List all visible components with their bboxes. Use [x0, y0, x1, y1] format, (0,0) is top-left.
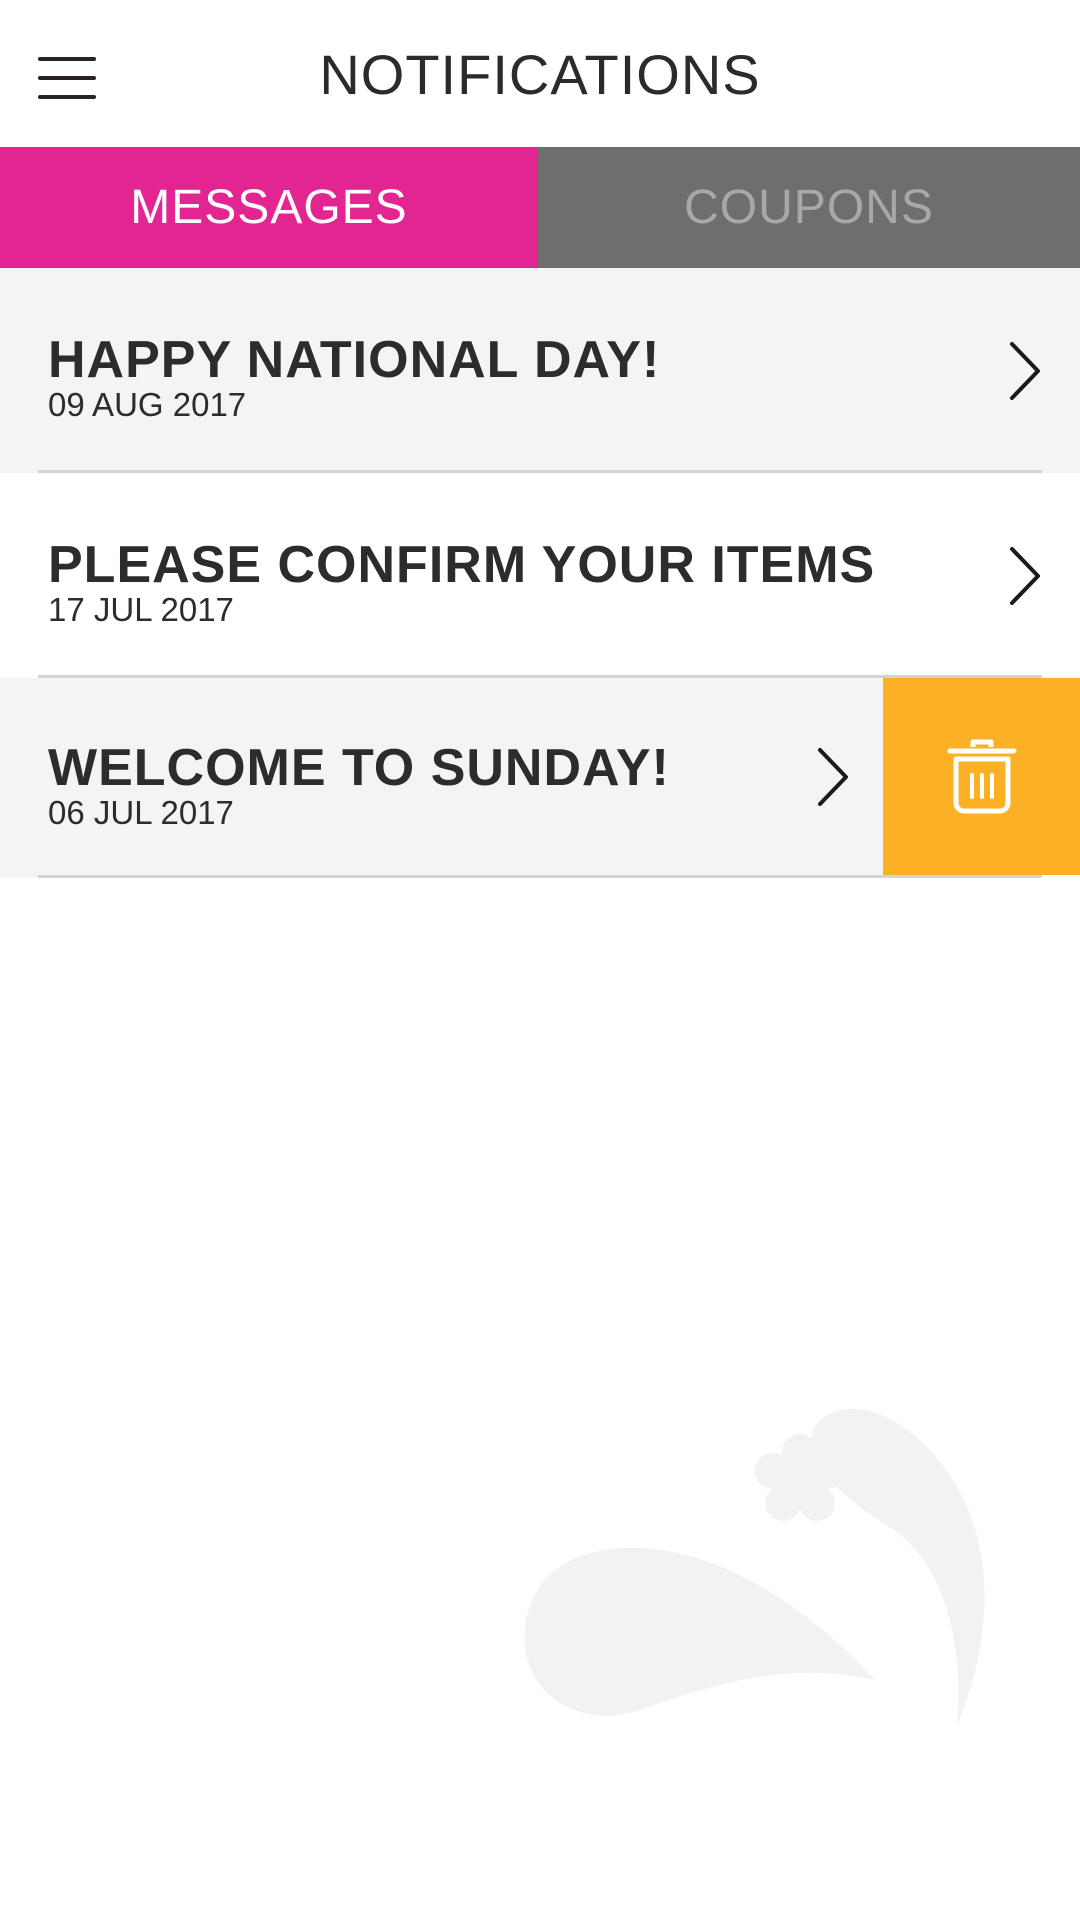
- trash-icon: [947, 739, 1016, 813]
- message-date: 17 JUL 2017: [48, 591, 234, 628]
- chevron-right-icon[interactable]: [1000, 336, 1050, 406]
- tab-coupons[interactable]: COUPONS: [538, 147, 1080, 268]
- delete-button[interactable]: [883, 678, 1080, 875]
- chevron-right-icon[interactable]: [808, 742, 858, 812]
- app-header: NOTIFICATIONS: [0, 0, 1080, 147]
- message-date: 09 AUG 2017: [48, 386, 247, 423]
- message-item[interactable]: PLEASE CONFIRM YOUR ITEMS 17 JUL 2017: [0, 473, 1080, 678]
- message-title: WELCOME TO SUNDAY!: [48, 739, 670, 797]
- notification-tabs: MESSAGES COUPONS: [0, 147, 1080, 268]
- divider: [38, 875, 1042, 878]
- page-title: NOTIFICATIONS: [319, 43, 761, 106]
- message-title: HAPPY NATIONAL DAY!: [48, 331, 661, 389]
- message-date: 06 JUL 2017: [48, 794, 234, 831]
- message-item[interactable]: WELCOME TO SUNDAY! 06 JUL 2017: [0, 678, 1080, 878]
- chevron-right-icon[interactable]: [1000, 541, 1050, 611]
- tab-messages[interactable]: MESSAGES: [0, 147, 538, 268]
- message-item[interactable]: HAPPY NATIONAL DAY! 09 AUG 2017: [0, 268, 1080, 473]
- brand-watermark-graphic: [524, 1408, 985, 1727]
- message-title: PLEASE CONFIRM YOUR ITEMS: [48, 536, 876, 594]
- message-list: HAPPY NATIONAL DAY! 09 AUG 2017 PLEASE C…: [0, 268, 1080, 878]
